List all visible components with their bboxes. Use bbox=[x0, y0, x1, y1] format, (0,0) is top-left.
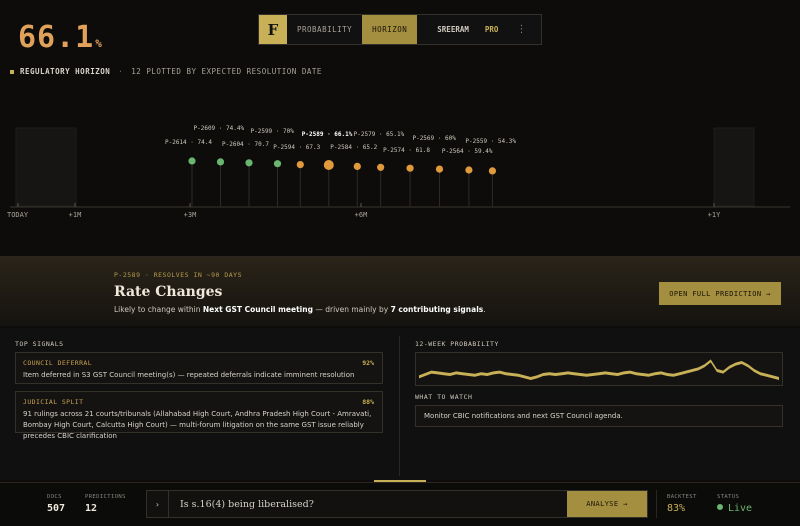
predictions-value: 12 bbox=[85, 503, 98, 514]
point-label: P-2564 · 59.4% bbox=[442, 148, 493, 155]
watch-text: Monitor CBIC notifications and next GST … bbox=[424, 412, 623, 420]
long-term-band bbox=[713, 127, 755, 207]
backtest-value: 83% bbox=[667, 503, 686, 514]
watch-box: Monitor CBIC notifications and next GST … bbox=[415, 405, 783, 427]
point-label: P-2604 · 70.7 bbox=[222, 141, 269, 148]
point-label: P-2574 · 61.8 bbox=[383, 147, 430, 154]
axis-tick-label: +1M bbox=[69, 211, 82, 219]
hero-probability-value: 66.1 bbox=[18, 20, 95, 55]
prompt-arrow-icon: › bbox=[147, 491, 169, 517]
query-input[interactable] bbox=[169, 491, 567, 517]
live-status-icon bbox=[717, 504, 723, 510]
status-value-text: Live bbox=[728, 503, 753, 514]
timeline-point bbox=[323, 160, 334, 170]
stats-divider bbox=[656, 490, 657, 518]
signal-pct: 92% bbox=[362, 359, 374, 367]
axis-tick-label: +6M bbox=[355, 211, 368, 219]
hero-probability-unit: % bbox=[95, 37, 103, 50]
docs-label: DOCS bbox=[47, 494, 62, 500]
top-nav: F PROBABILITY HORIZON SREERAM PRO ⋮ bbox=[258, 14, 542, 45]
hero-description: Likely to change within Next GST Council… bbox=[114, 305, 486, 314]
timeline-point bbox=[377, 163, 385, 171]
app-logo[interactable]: F bbox=[259, 15, 287, 44]
docs-value: 507 bbox=[47, 503, 66, 514]
signal-name: COUNCIL DEFERRAL bbox=[23, 359, 93, 367]
horizon-timeline-chart: TODAY +1M +3M +6M +1Y P-2614 · 74.4 P-2609 · 7… bbox=[7, 125, 790, 219]
point-label: P-2559 · 54.3% bbox=[465, 138, 516, 145]
hero-desc-mid: — driven mainly by bbox=[312, 305, 391, 314]
hero-meta: P-2589 · RESOLVES IN ~90 DAYS bbox=[114, 271, 242, 279]
point-label: P-2584 · 65.2 bbox=[330, 144, 377, 151]
timeline-point bbox=[406, 164, 414, 172]
watch-label: WHAT TO WATCH bbox=[415, 393, 473, 401]
signal-pct: 88% bbox=[362, 398, 374, 406]
axis-tick-label: +1Y bbox=[708, 211, 721, 219]
timeline-point bbox=[296, 161, 304, 169]
top-signals-label: TOP SIGNALS bbox=[15, 340, 64, 348]
timeline-point bbox=[353, 162, 361, 170]
hero-title: Rate Changes bbox=[114, 284, 223, 300]
more-menu-icon[interactable]: ⋮ bbox=[516, 15, 526, 44]
probability-sparkline bbox=[419, 359, 779, 380]
point-label: P-2594 · 67.3 bbox=[273, 144, 320, 151]
timeline-point bbox=[245, 159, 253, 167]
timeline-point bbox=[188, 157, 196, 165]
status-label: STATUS bbox=[717, 494, 740, 500]
status-value: Live bbox=[717, 503, 752, 514]
predictions-label: PREDICTIONS bbox=[85, 494, 126, 500]
backtest-label: BACKTEST bbox=[667, 494, 697, 500]
probability-trend-area bbox=[419, 359, 779, 380]
plan-badge: PRO bbox=[484, 25, 499, 34]
point-label: P-2589 · 66.1% bbox=[302, 131, 353, 138]
point-label: P-2614 · 74.4 bbox=[165, 139, 212, 146]
point-label: P-2609 · 74.4% bbox=[194, 125, 245, 132]
point-label: P-2579 · 65.1% bbox=[354, 131, 405, 138]
signal-text: Item deferred in S3 GST Council meeting(… bbox=[23, 371, 355, 379]
signal-card[interactable]: COUNCIL DEFERRAL 92% Item deferred in S3… bbox=[15, 352, 383, 384]
user-name[interactable]: SREERAM bbox=[437, 15, 469, 44]
near-term-band bbox=[15, 127, 77, 207]
panel-divider bbox=[399, 336, 400, 476]
horizon-header: REGULATORY HORIZON · 12 PLOTTED BY EXPEC… bbox=[10, 67, 322, 76]
hero-probability: 66.1% bbox=[18, 20, 103, 55]
section-marker-icon bbox=[10, 69, 14, 74]
open-full-prediction-button[interactable]: OPEN FULL PREDICTION → bbox=[659, 282, 781, 305]
signal-name: JUDICIAL SPLIT bbox=[23, 398, 84, 406]
hero-desc-event: Next GST Council meeting bbox=[202, 305, 313, 314]
tab-horizon[interactable]: HORIZON bbox=[362, 15, 418, 44]
hero-desc-signals: 7 contributing signals bbox=[390, 305, 484, 314]
hero-desc-suffix: . bbox=[483, 305, 486, 314]
tab-probability[interactable]: PROBABILITY bbox=[287, 15, 362, 44]
probability-sparkline-box bbox=[415, 352, 783, 386]
timeline-point bbox=[465, 166, 473, 174]
signal-text: 91 rulings across 21 courts/tribunals (A… bbox=[23, 410, 372, 440]
horizon-title: REGULATORY HORIZON bbox=[20, 67, 111, 76]
timeline-point bbox=[273, 160, 282, 168]
query-bar: › ANALYSE → bbox=[146, 490, 648, 518]
horizon-separator: · bbox=[118, 67, 124, 76]
axis-tick-label: +3M bbox=[184, 211, 197, 219]
point-label: P-2569 · 60% bbox=[412, 135, 456, 142]
point-label: P-2599 · 70% bbox=[251, 128, 295, 135]
probability-label: 12-WEEK PROBABILITY bbox=[415, 340, 499, 348]
hero-desc-prefix: Likely to change within bbox=[114, 305, 203, 314]
analyse-button[interactable]: ANALYSE → bbox=[567, 491, 647, 517]
signal-card[interactable]: JUDICIAL SPLIT 88% 91 rulings across 21 … bbox=[15, 391, 383, 440]
horizon-subtitle: 12 PLOTTED BY EXPECTED RESOLUTION DATE bbox=[131, 67, 322, 76]
timeline-point bbox=[216, 158, 225, 166]
axis-tick-label: TODAY bbox=[7, 211, 29, 219]
timeline-point bbox=[488, 167, 497, 175]
timeline-point bbox=[435, 165, 444, 173]
